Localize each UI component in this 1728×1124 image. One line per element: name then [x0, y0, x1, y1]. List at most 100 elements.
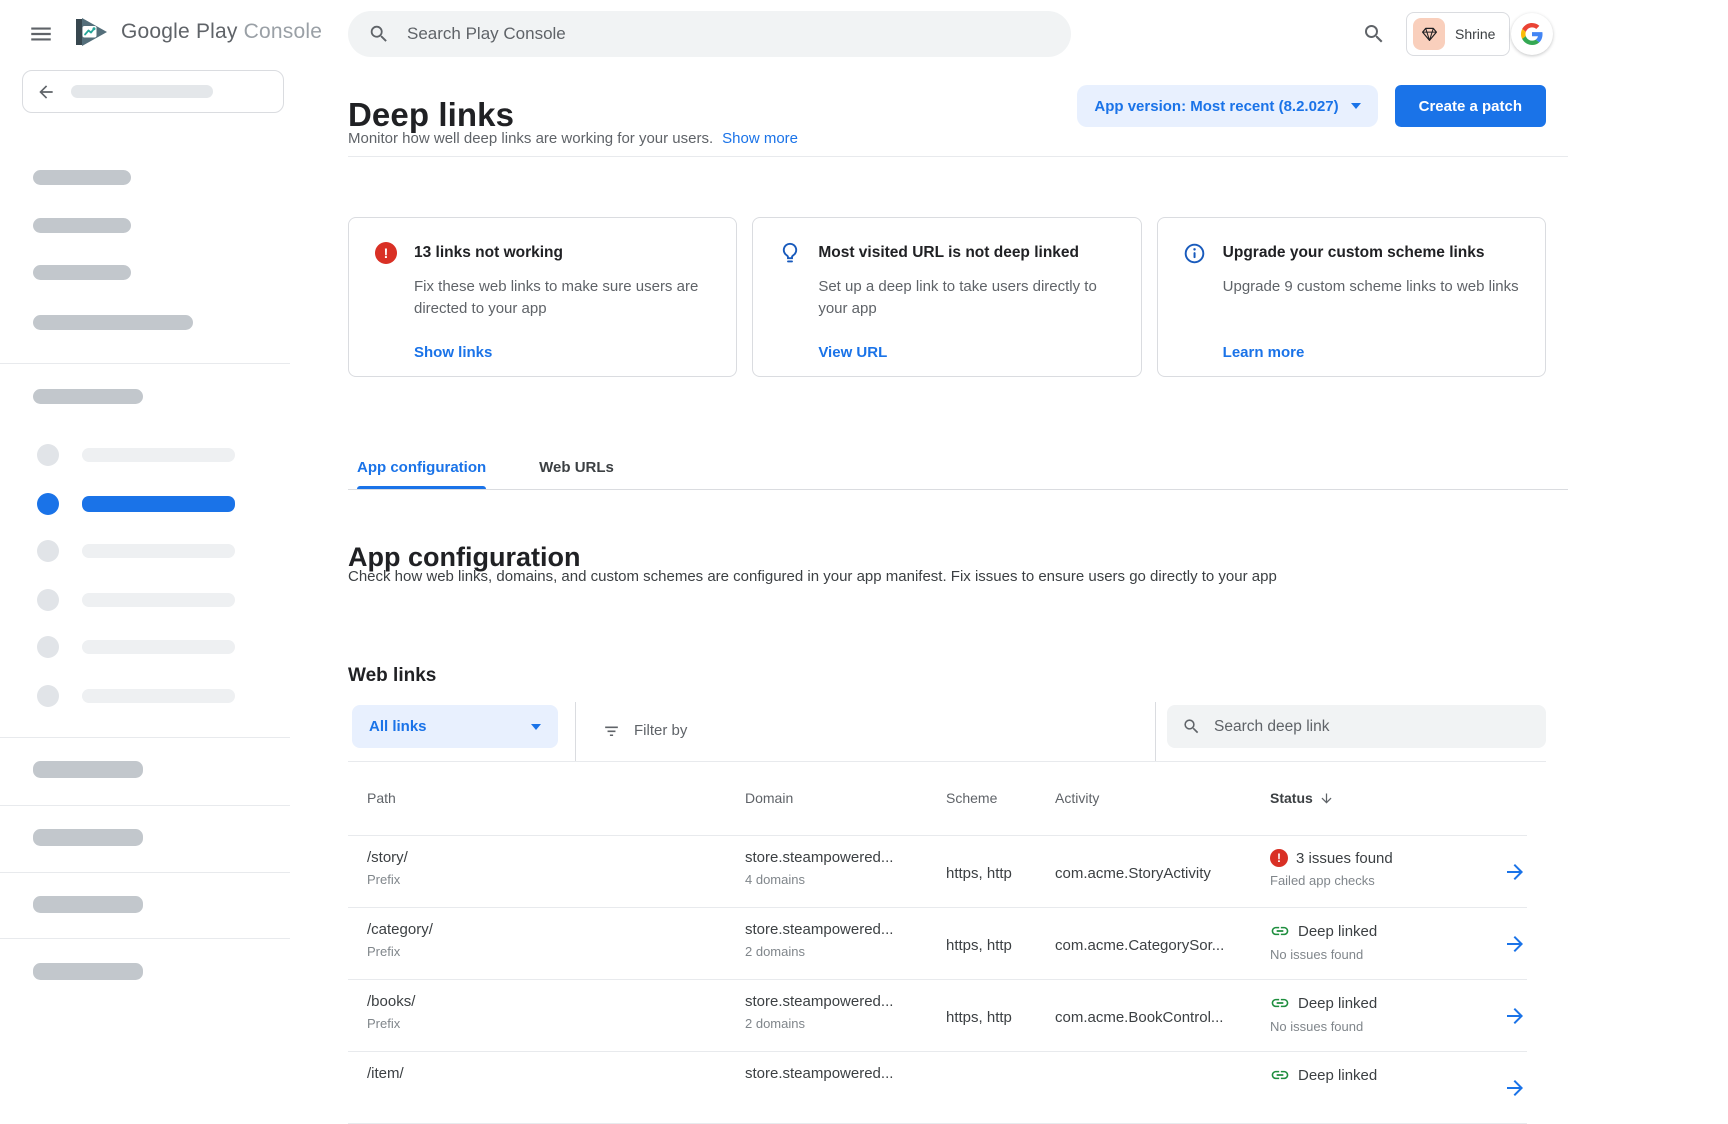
- table-row[interactable]: /books/ Prefix store.steampowered... 2 d…: [348, 980, 1527, 1052]
- row-path-type: Prefix: [367, 872, 745, 887]
- column-scheme: Scheme: [946, 790, 1055, 806]
- view-url-link[interactable]: View URL: [818, 344, 887, 361]
- table-body: /story/ Prefix store.steampowered... 4 d…: [348, 836, 1546, 1124]
- skeleton-bar: [33, 761, 143, 778]
- filter-icon: [602, 721, 621, 740]
- sidebar-item-active[interactable]: [82, 496, 235, 512]
- page-subtitle: Monitor how well deep links are working …: [348, 130, 713, 147]
- divider: [1155, 702, 1156, 761]
- table-row[interactable]: /story/ Prefix store.steampowered... 4 d…: [348, 836, 1527, 908]
- skeleton-bar: [33, 896, 143, 913]
- row-domain: store.steampowered...: [745, 1065, 946, 1082]
- chevron-down-icon: [531, 724, 541, 730]
- skeleton-circle: [37, 589, 59, 611]
- back-navigation[interactable]: [22, 70, 284, 113]
- topbar: Google Play Console Shrine: [0, 0, 1728, 68]
- column-activity: Activity: [1055, 790, 1270, 806]
- skeleton-bar: [82, 593, 235, 607]
- row-domain: store.steampowered...: [745, 993, 946, 1010]
- google-logo-icon: [1521, 23, 1543, 45]
- row-activity: com.acme.BookControl...: [1055, 980, 1270, 1051]
- row-path: /item/: [367, 1065, 745, 1082]
- table-row[interactable]: /item/ store.steampowered... Deep linked: [348, 1052, 1527, 1124]
- skeleton-circle: [37, 685, 59, 707]
- row-path-type: Prefix: [367, 1016, 745, 1031]
- skeleton-bar: [82, 689, 235, 703]
- filter-by-label: Filter by: [634, 722, 687, 739]
- insight-cards: ! 13 links not working Fix these web lin…: [348, 217, 1546, 377]
- card-most-visited-url: Most visited URL is not deep linked Set …: [752, 217, 1141, 377]
- row-detail-arrow-button[interactable]: [1503, 860, 1527, 884]
- table-row[interactable]: /category/ Prefix store.steampowered... …: [348, 908, 1527, 980]
- row-status-detail: Failed app checks: [1270, 873, 1503, 888]
- row-status: Deep linked: [1298, 923, 1377, 940]
- error-icon: !: [1270, 849, 1288, 867]
- skeleton-bar: [82, 544, 235, 558]
- skeleton-bar: [33, 218, 131, 233]
- tab-app-configuration[interactable]: App configuration: [357, 459, 486, 489]
- menu-button[interactable]: [28, 21, 58, 47]
- chevron-down-icon: [1351, 103, 1361, 109]
- column-status-label: Status: [1270, 790, 1313, 806]
- deep-link-search[interactable]: [1167, 705, 1546, 748]
- skeleton-bar: [82, 640, 235, 654]
- hamburger-icon: [28, 21, 58, 47]
- brand-console: Console: [244, 20, 322, 43]
- arrow-back-icon: [36, 82, 56, 102]
- row-path-type: Prefix: [367, 944, 745, 959]
- global-search-input[interactable]: [405, 23, 1051, 45]
- app-version-label: App version: Most recent (8.2.027): [1094, 98, 1338, 115]
- brand-google-play: Google Play: [121, 20, 238, 43]
- card-links-not-working: ! 13 links not working Fix these web lin…: [348, 217, 737, 377]
- tab-web-urls[interactable]: Web URLs: [539, 459, 614, 489]
- show-more-link[interactable]: Show more: [722, 130, 798, 147]
- arrow-down-icon: [1319, 791, 1334, 806]
- link-icon: [1270, 921, 1290, 941]
- skeleton-bar: [33, 963, 143, 980]
- row-status: 3 issues found: [1296, 850, 1393, 867]
- arrow-forward-icon: [1503, 1004, 1527, 1028]
- row-scheme: https, http: [946, 908, 1055, 979]
- deep-link-search-input[interactable]: [1212, 717, 1531, 737]
- skeleton-circle: [37, 636, 59, 658]
- arrow-forward-icon: [1503, 932, 1527, 956]
- google-account-avatar[interactable]: [1511, 13, 1553, 55]
- skeleton-bar: [82, 448, 235, 462]
- divider: [0, 872, 290, 873]
- search-icon: [368, 23, 390, 45]
- skeleton-bar: [33, 829, 143, 846]
- row-path: /story/: [367, 849, 745, 866]
- row-domain: store.steampowered...: [745, 849, 946, 866]
- info-icon: [1183, 241, 1207, 265]
- row-domains-count: 4 domains: [745, 872, 946, 887]
- link-icon: [1270, 1065, 1290, 1085]
- arrow-forward-icon: [1503, 860, 1527, 884]
- app-version-dropdown[interactable]: App version: Most recent (8.2.027): [1077, 85, 1377, 127]
- row-detail-arrow-button[interactable]: [1503, 1004, 1527, 1028]
- table-header: Path Domain Scheme Activity Status: [348, 761, 1527, 836]
- app-selector-chip[interactable]: Shrine: [1406, 12, 1510, 56]
- skeleton-circle: [37, 444, 59, 466]
- learn-more-link[interactable]: Learn more: [1223, 344, 1305, 361]
- secondary-search-button[interactable]: [1362, 21, 1388, 47]
- create-patch-button[interactable]: Create a patch: [1395, 85, 1546, 127]
- column-path: Path: [367, 790, 745, 806]
- skeleton-bar: [33, 265, 131, 280]
- tabs: App configuration Web URLs: [357, 459, 614, 489]
- card-upgrade-schemes: Upgrade your custom scheme links Upgrade…: [1157, 217, 1546, 377]
- row-status-detail: No issues found: [1270, 1019, 1503, 1034]
- links-filter-dropdown[interactable]: All links: [352, 705, 558, 748]
- error-icon: !: [374, 241, 398, 265]
- global-search-bar[interactable]: [348, 11, 1071, 57]
- divider: [0, 805, 290, 806]
- filter-by-button[interactable]: Filter by: [596, 700, 693, 761]
- row-detail-arrow-button[interactable]: [1503, 932, 1527, 956]
- page-title: Deep links: [348, 96, 514, 134]
- column-status-sort[interactable]: Status: [1270, 790, 1503, 806]
- web-links-toolbar: All links Filter by: [348, 700, 1546, 762]
- show-links-link[interactable]: Show links: [414, 344, 492, 361]
- play-console-logo-icon: [74, 16, 110, 48]
- card-title: Most visited URL is not deep linked: [818, 244, 1120, 262]
- brand[interactable]: Google Play Console: [74, 16, 322, 48]
- main-content: Deep links Monitor how well deep links a…: [348, 0, 1546, 1080]
